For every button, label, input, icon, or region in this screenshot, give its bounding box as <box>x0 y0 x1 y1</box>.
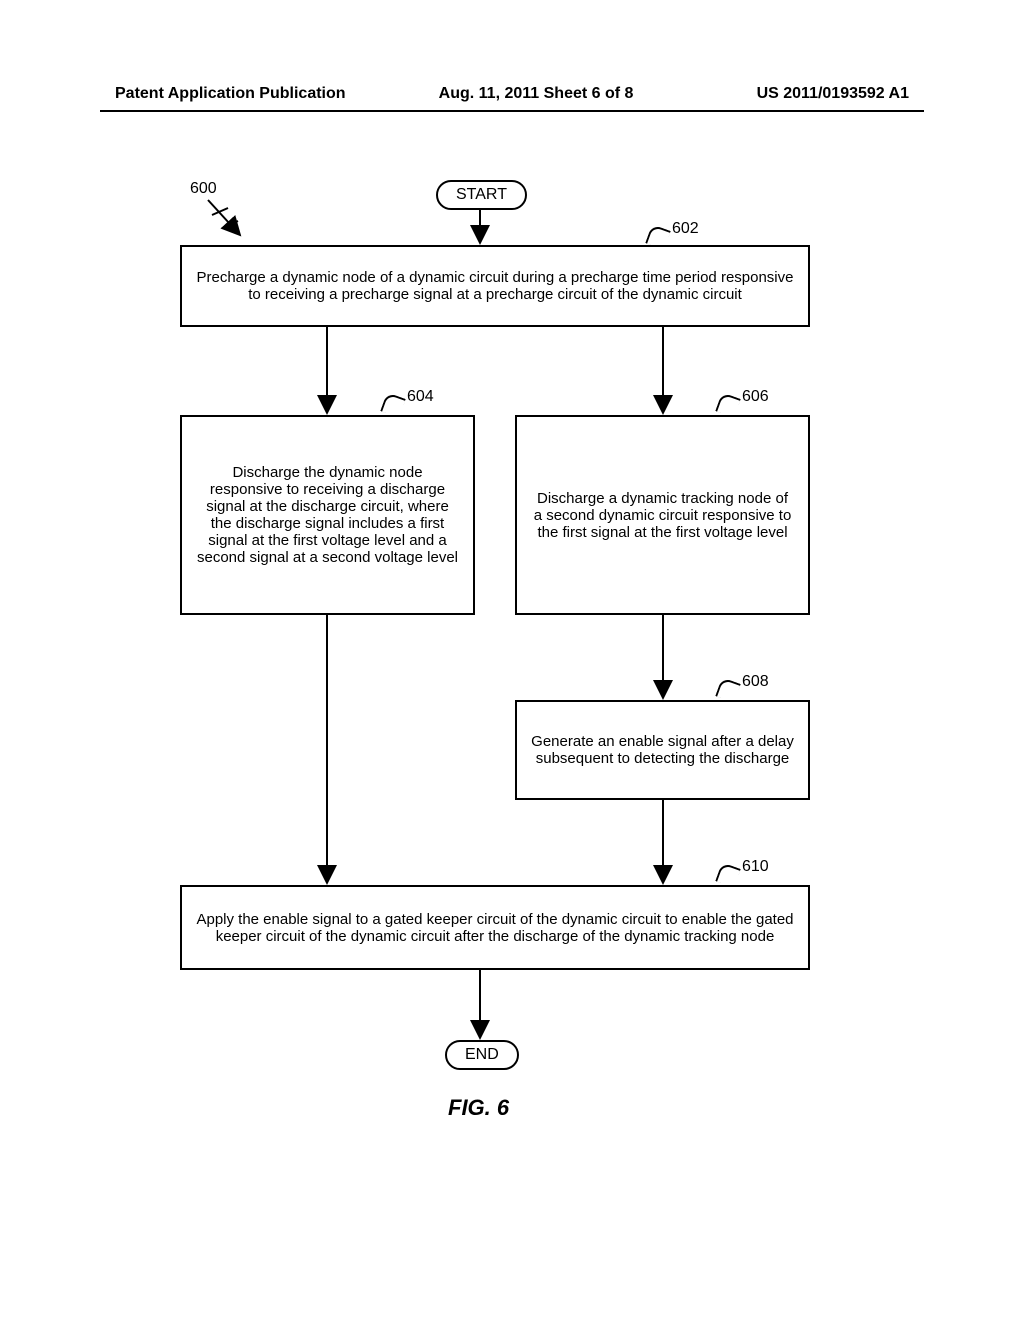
header-right: US 2011/0193592 A1 <box>757 85 909 103</box>
header-center: Aug. 11, 2011 Sheet 6 of 8 <box>439 85 634 103</box>
page-header: Patent Application Publication Aug. 11, … <box>0 85 1024 103</box>
header-left: Patent Application Publication <box>115 85 346 103</box>
flowchart-arrows <box>100 160 924 1160</box>
flowchart: 600 START Precharge a dynamic node of a … <box>100 160 924 1160</box>
header-rule <box>100 110 924 112</box>
